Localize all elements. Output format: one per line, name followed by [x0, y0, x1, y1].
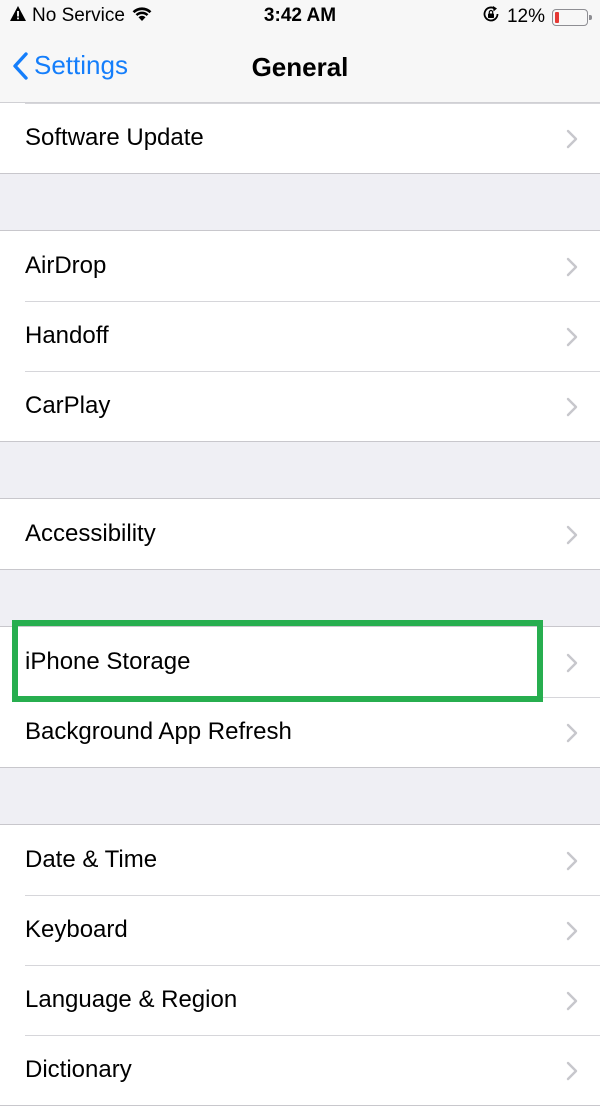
- chevron-right-icon: [566, 397, 578, 417]
- group-connectivity: AirDrop Handoff CarPlay: [0, 230, 600, 442]
- row-label: Software Update: [25, 124, 204, 151]
- row-background-app-refresh[interactable]: Background App Refresh: [0, 697, 600, 767]
- row-label: AirDrop: [25, 252, 107, 279]
- row-keyboard[interactable]: Keyboard: [0, 895, 600, 965]
- chevron-right-icon: [566, 257, 578, 277]
- row-date-time[interactable]: Date & Time: [0, 825, 600, 895]
- chevron-right-icon: [566, 921, 578, 941]
- chevron-right-icon: [566, 653, 578, 673]
- status-bar: No Service 3:42 AM 12%: [0, 0, 600, 33]
- row-handoff[interactable]: Handoff: [0, 301, 600, 371]
- row-label: Accessibility: [25, 520, 156, 547]
- row-accessibility[interactable]: Accessibility: [0, 499, 600, 569]
- rotation-lock-icon: [482, 5, 500, 29]
- page-title: General: [251, 52, 349, 82]
- battery-percent: 12%: [506, 6, 545, 27]
- status-right: 12%: [482, 5, 592, 29]
- group-storage: iPhone Storage Background App Refresh: [0, 626, 600, 768]
- row-language-region[interactable]: Language & Region: [0, 965, 600, 1035]
- chevron-right-icon: [566, 525, 578, 545]
- group-regional: Date & Time Keyboard Language & Region D…: [0, 824, 600, 1106]
- chevron-right-icon: [566, 129, 578, 149]
- row-dictionary[interactable]: Dictionary: [0, 1035, 600, 1105]
- row-airdrop[interactable]: AirDrop: [0, 231, 600, 301]
- group-software: Software Update: [0, 103, 600, 174]
- row-label: Date & Time: [25, 846, 158, 873]
- row-iphone-storage[interactable]: iPhone Storage: [0, 627, 600, 697]
- row-label: iPhone Storage: [25, 648, 191, 675]
- settings-list: Software Update AirDrop Handoff CarPlay …: [0, 103, 600, 1106]
- row-label: Dictionary: [25, 1056, 132, 1083]
- navigation-bar: Settings General: [0, 33, 600, 103]
- group-accessibility: Accessibility: [0, 498, 600, 570]
- row-label: Handoff: [25, 322, 109, 349]
- row-label: Keyboard: [25, 916, 128, 943]
- row-carplay[interactable]: CarPlay: [0, 371, 600, 441]
- battery-level: [555, 11, 559, 23]
- chevron-right-icon: [566, 851, 578, 871]
- chevron-right-icon: [566, 327, 578, 347]
- chevron-right-icon: [566, 1061, 578, 1081]
- chevron-right-icon: [566, 991, 578, 1011]
- row-label: CarPlay: [25, 392, 111, 419]
- row-label: Language & Region: [25, 986, 238, 1013]
- row-label: Background App Refresh: [25, 718, 292, 745]
- battery-icon: [552, 8, 592, 26]
- chevron-right-icon: [566, 723, 578, 743]
- row-software-update[interactable]: Software Update: [0, 103, 600, 173]
